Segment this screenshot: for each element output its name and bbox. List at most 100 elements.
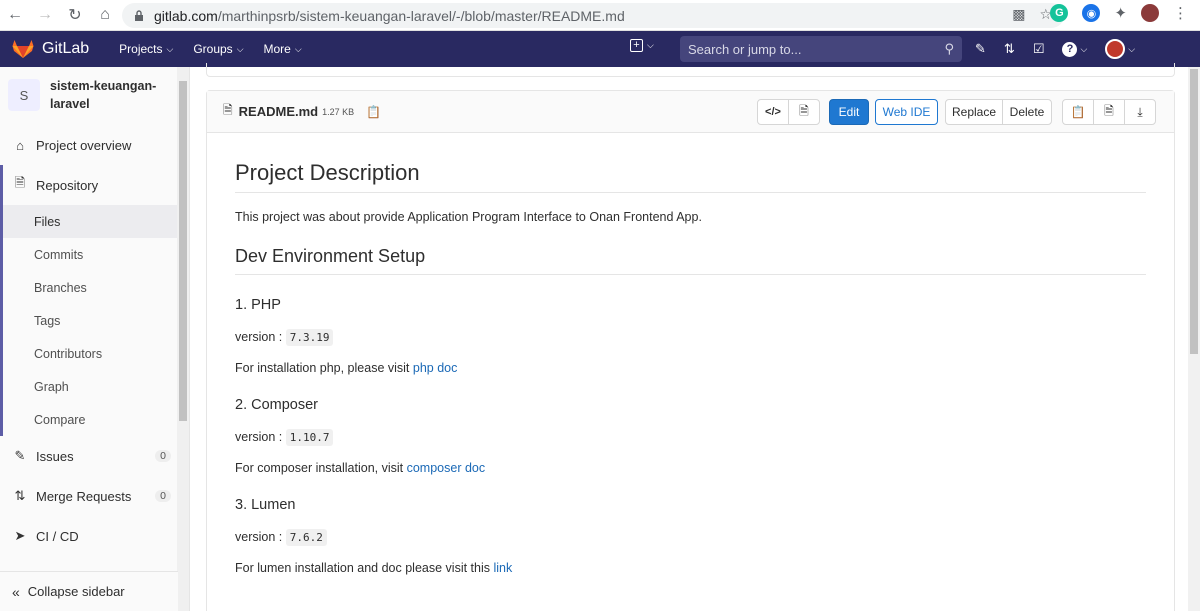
project-name-line1: sistem-keuangan- (50, 79, 157, 93)
url-text: gitlab.com/marthinpsrb/sistem-keuangan-l… (154, 7, 625, 24)
web-ide-button[interactable]: Web IDE (875, 99, 938, 125)
php-version-code: 7.3.19 (285, 329, 334, 346)
composer-doc-link[interactable]: composer doc (407, 461, 486, 475)
readme-heading-composer: 2. Composer (235, 397, 319, 413)
sidebar-scrollbar[interactable] (177, 67, 189, 611)
lumen-version-line: version : 7.6.2 (235, 529, 1146, 546)
issues-count-badge: 0 (155, 450, 171, 462)
chevron-down-icon: ⌵ (647, 40, 654, 50)
sidebar-subitem-compare[interactable]: Compare (0, 403, 189, 436)
double-chevron-left-icon: « (12, 583, 20, 600)
file-icon: 🗎 (223, 103, 233, 117)
readme-intro: This project was about provide Applicati… (235, 210, 702, 224)
display-rendered-button[interactable]: 🗎 (788, 99, 820, 125)
project-sidebar: S sistem-keuangan- laravel ⌂ Project ove… (0, 67, 190, 611)
readme-heading-php: 1. PHP (235, 297, 281, 313)
address-bar[interactable]: gitlab.com/marthinpsrb/sistem-keuangan-l… (122, 3, 1064, 28)
sidebar-subitem-commits[interactable]: Commits (0, 238, 189, 271)
copy-icon: 📋 (1070, 105, 1086, 119)
avatar (1105, 39, 1126, 59)
merge-requests-count-badge: 0 (155, 490, 171, 502)
composer-version-line: version : 1.10.7 (235, 429, 1146, 446)
display-source-button[interactable]: </> (757, 99, 789, 125)
copy-path-icon[interactable]: 📋 (366, 105, 381, 119)
sidebar-subitem-contributors[interactable]: Contributors (0, 337, 189, 370)
project-name-line2: laravel (50, 97, 90, 111)
readme-content: Project Description This project was abo… (207, 160, 1174, 575)
page-scrollbar[interactable] (1188, 67, 1200, 611)
home-icon: ⌂ (16, 137, 24, 153)
merge-request-icon: ⇅ (14, 488, 26, 503)
sidebar-item-cicd[interactable]: ➤ CI / CD (0, 516, 189, 556)
collapse-sidebar-button[interactable]: « Collapse sidebar (0, 571, 178, 611)
readme-heading-dev-env: Dev Environment Setup (235, 246, 1146, 275)
file-holder: 🗎 README.md 1.27 KB 📋 </> 🗎 Edit Web IDE… (206, 90, 1175, 611)
php-install-line: For installation php, please visit php d… (235, 361, 458, 375)
browser-toolbar: ← → ↻ ⌂ gitlab.com/marthinpsrb/sistem-ke… (0, 0, 1200, 31)
sidebar-item-project-overview[interactable]: ⌂ Project overview (0, 125, 189, 165)
php-version-line: version : 7.3.19 (235, 329, 1146, 346)
sidebar-subitem-graph[interactable]: Graph (0, 370, 189, 403)
search-icon: ⚲ (944, 41, 954, 56)
open-raw-button[interactable]: 🗎 (1093, 99, 1125, 125)
lumen-doc-link[interactable]: link (493, 561, 512, 575)
search-input[interactable]: Search or jump to... ⚲ (680, 36, 962, 62)
todos-icon[interactable]: ☑ (1033, 41, 1045, 57)
sidebar-subitem-tags[interactable]: Tags (0, 304, 189, 337)
reload-icon[interactable]: ↻ (60, 0, 90, 31)
sidebar-subitem-files[interactable]: Files (0, 205, 189, 238)
chevron-down-icon: ⌵ (294, 43, 302, 54)
edit-button[interactable]: Edit (829, 99, 869, 125)
main-content: 🗎 README.md 1.27 KB 📋 </> 🗎 Edit Web IDE… (190, 63, 1188, 611)
lumen-version-code: 7.6.2 (285, 529, 327, 546)
document-icon: 🗎 (799, 103, 809, 118)
download-button[interactable]: ⤓ (1124, 99, 1156, 125)
sidebar-item-issues[interactable]: ✎ Issues 0 (0, 436, 189, 476)
back-icon[interactable]: ← (0, 0, 30, 31)
more-menu[interactable]: More ⌵ (254, 42, 312, 56)
chevron-down-icon: ⌵ (236, 43, 244, 54)
copy-contents-button[interactable]: 📋 (1062, 99, 1094, 125)
sidebar-item-merge-requests[interactable]: ⇅ Merge Requests 0 (0, 476, 189, 516)
code-icon: </> (765, 106, 781, 118)
delete-button[interactable]: Delete (1002, 99, 1052, 125)
projects-menu[interactable]: Projects ⌵ (109, 42, 183, 56)
sidebar-item-repository[interactable]: 🗎 Repository (0, 165, 189, 205)
download-icon: ⤓ (1137, 104, 1143, 119)
gitlab-brand: GitLab (42, 40, 90, 57)
plus-square-icon: + (630, 39, 643, 52)
replace-button[interactable]: Replace (945, 99, 1003, 125)
issues-nav-icon[interactable]: ✎ (975, 41, 986, 57)
extension-blue-icon[interactable]: ◉ (1082, 4, 1101, 22)
sidebar-subitem-branches[interactable]: Branches (0, 271, 189, 304)
readme-heading-lumen: 3. Lumen (235, 497, 296, 513)
file-name: README.md (238, 104, 319, 119)
php-doc-link[interactable]: php doc (413, 361, 457, 375)
issues-icon: ✎ (14, 448, 26, 463)
extensions-puzzle-icon[interactable]: ✦ (1114, 4, 1127, 22)
sidebar-project-header[interactable]: S sistem-keuangan- laravel (0, 67, 189, 125)
doc-icon: 🗎 (14, 175, 26, 190)
gitlab-logo[interactable]: GitLab (12, 39, 89, 59)
commit-info-box (206, 63, 1175, 77)
merge-requests-nav-icon[interactable]: ⇅ (1004, 41, 1015, 57)
composer-version-code: 1.10.7 (285, 429, 334, 446)
file-header: 🗎 README.md 1.27 KB 📋 </> 🗎 Edit Web IDE… (207, 91, 1174, 133)
groups-menu[interactable]: Groups ⌵ (183, 42, 253, 56)
composer-install-line: For composer installation, visit compose… (235, 461, 486, 475)
forward-icon[interactable]: → (30, 0, 60, 31)
project-avatar: S (8, 79, 40, 111)
new-dropdown[interactable]: + ⌵ (630, 39, 654, 52)
lumen-install-line: For lumen installation and doc please vi… (235, 561, 513, 575)
home-icon[interactable]: ⌂ (90, 0, 120, 31)
readme-heading-project-description: Project Description (235, 160, 1146, 193)
user-menu[interactable]: ⌵ (1105, 39, 1135, 59)
help-icon[interactable]: ? ⌵ (1062, 41, 1087, 57)
chevron-down-icon: ⌵ (166, 43, 174, 54)
translate-icon[interactable]: ▩ (1012, 6, 1025, 23)
grammarly-icon[interactable]: G (1050, 4, 1069, 22)
browser-menu-icon[interactable]: ⋮ (1173, 4, 1188, 22)
rocket-icon: ➤ (14, 528, 26, 543)
profile-avatar-icon[interactable] (1141, 4, 1159, 22)
file-size: 1.27 KB (322, 106, 355, 117)
